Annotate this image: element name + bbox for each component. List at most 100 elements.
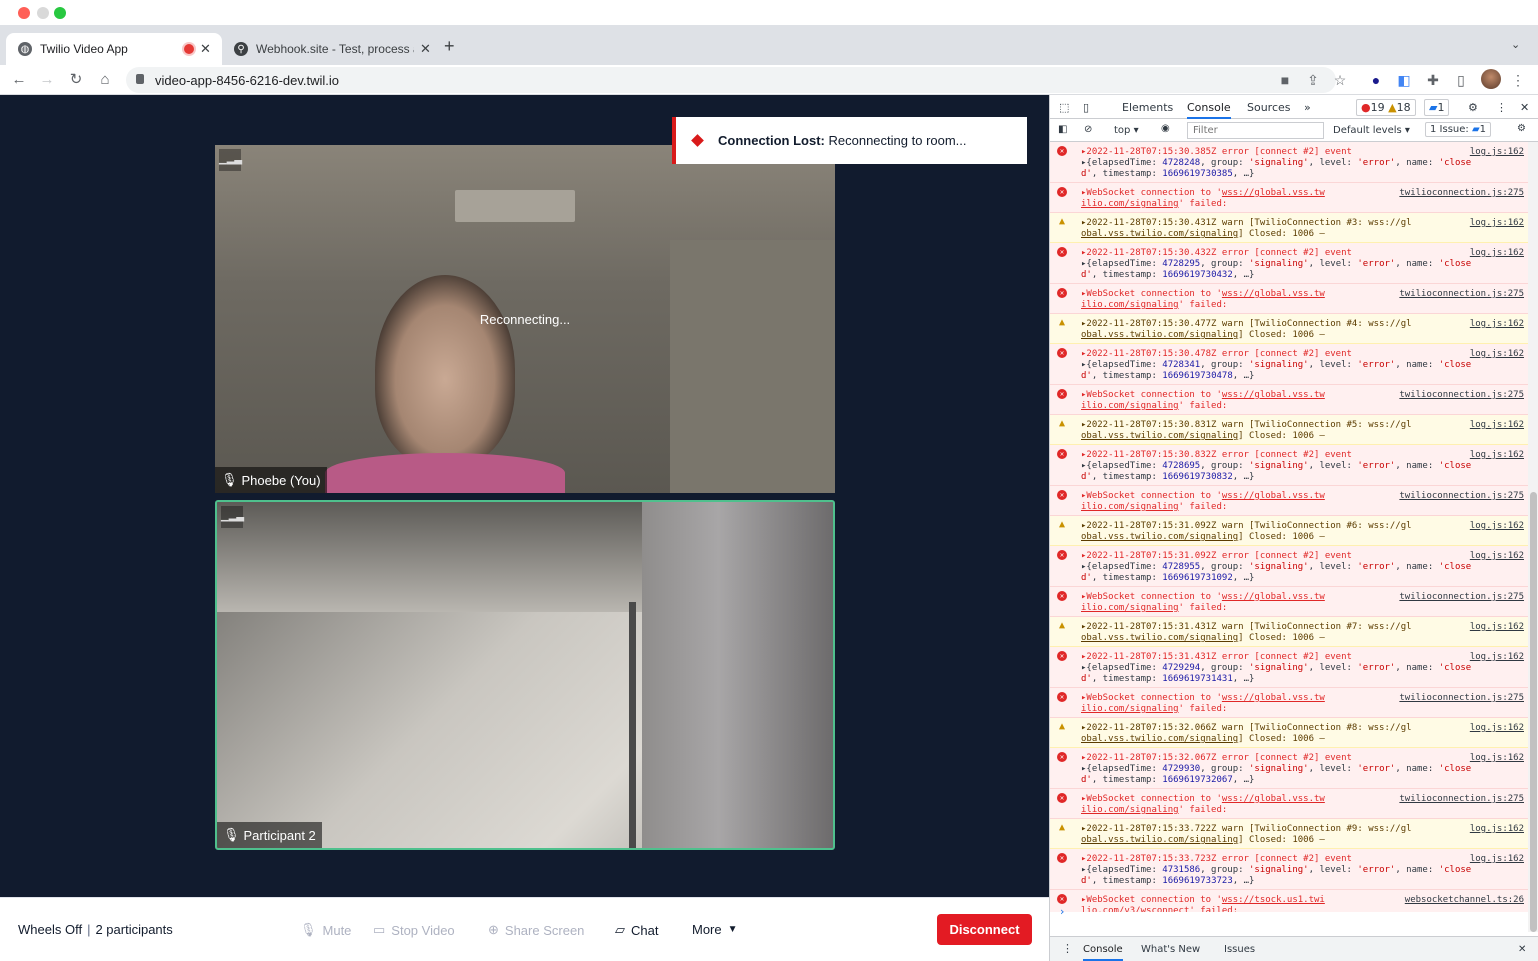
close-tab-icon[interactable]: ✕ (200, 41, 211, 57)
source-link[interactable]: log.js:162 (1470, 218, 1524, 229)
source-link[interactable]: log.js:162 (1470, 551, 1524, 562)
minimize-window-button[interactable] (37, 7, 49, 19)
source-link[interactable]: log.js:162 (1470, 147, 1524, 158)
console-scrollbar[interactable] (1528, 142, 1538, 932)
extensions-puzzle-icon[interactable]: ✚ (1423, 70, 1443, 90)
console-filter-input[interactable] (1187, 122, 1324, 139)
zoom-window-button[interactable] (54, 7, 66, 19)
close-devtools-icon[interactable]: ✕ (1520, 101, 1529, 114)
issues-button[interactable]: 1 Issue: ▰1 (1425, 122, 1492, 137)
more-tabs-icon[interactable]: » (1304, 101, 1311, 114)
address-bar[interactable]: video-app-8456-6216-dev.twil.io ■ ⇪ ☆ (126, 67, 1346, 93)
home-icon[interactable]: ⌂ (95, 70, 115, 90)
source-link[interactable]: twilioconnection.js:275 (1399, 289, 1524, 300)
chat-button[interactable]: ▱ Chat (615, 922, 658, 938)
device-toolbar-icon[interactable]: ▯ (1083, 101, 1089, 114)
tab-search-icon[interactable]: ⌄ (1511, 38, 1520, 51)
drawer-tab-console[interactable]: Console (1083, 944, 1123, 961)
source-link[interactable]: log.js:162 (1470, 319, 1524, 330)
tab-webhook-site[interactable]: ⚲ Webhook.site - Test, process a ✕ (222, 33, 434, 65)
share-screen-button[interactable]: ⊕ Share Screen (488, 922, 584, 938)
console-entry[interactable]: ✕ log.js:162 ▸2022-11-28T07:15:31.431Z err… (1050, 647, 1528, 688)
close-drawer-icon[interactable]: ✕ (1518, 944, 1526, 955)
scrollbar-thumb[interactable] (1530, 492, 1537, 932)
kebab-menu-icon[interactable]: ⋮ (1496, 101, 1507, 114)
drawer-tab-whats-new[interactable]: What's New (1141, 944, 1200, 955)
console-entry[interactable]: ✕ log.js:162 ▸2022-11-28T07:15:30.478Z err… (1050, 344, 1528, 385)
console-entry[interactable]: ✕ log.js:162 ▸2022-11-28T07:15:31.092Z err… (1050, 546, 1528, 587)
log-levels-select[interactable]: Default levels ▾ (1333, 125, 1410, 136)
tab-console[interactable]: Console (1187, 101, 1231, 119)
source-link[interactable]: log.js:162 (1470, 420, 1524, 431)
console-entry[interactable]: ▲ log.js:162 ▸2022-11-28T07:15:30.477Z war… (1050, 314, 1528, 344)
console-settings-gear-icon[interactable]: ⚙ (1517, 123, 1526, 134)
console-log[interactable]: ✕ log.js:162 ▸2022-11-28T07:15:30.385Z err… (1050, 142, 1528, 912)
console-entry[interactable]: ✕ twilioconnection.js:275 ▸WebSocket conne… (1050, 486, 1528, 516)
console-entry[interactable]: ▲ log.js:162 ▸2022-11-28T07:15:31.431Z war… (1050, 617, 1528, 647)
console-entry[interactable]: ▲ log.js:162 ▸2022-11-28T07:15:31.092Z war… (1050, 516, 1528, 546)
drawer-tab-issues[interactable]: Issues (1224, 944, 1255, 955)
bookmark-star-icon[interactable]: ☆ (1330, 70, 1350, 90)
sidebar-toggle-icon[interactable]: ◧ (1058, 124, 1067, 135)
console-entry[interactable]: ✕ twilioconnection.js:275 ▸WebSocket conne… (1050, 688, 1528, 718)
console-entry[interactable]: ▲ log.js:162 ▸2022-11-28T07:15:33.722Z war… (1050, 819, 1528, 849)
source-link[interactable]: log.js:162 (1470, 824, 1524, 835)
source-link[interactable]: log.js:162 (1470, 349, 1524, 360)
console-entry[interactable]: ✕ websocketchannel.ts:26 ▸WebSocket connec… (1050, 890, 1528, 912)
source-link[interactable]: twilioconnection.js:275 (1399, 794, 1524, 805)
console-entry[interactable]: ✕ log.js:162 ▸2022-11-28T07:15:33.723Z err… (1050, 849, 1528, 890)
console-entry[interactable]: ✕ twilioconnection.js:275 ▸WebSocket conne… (1050, 789, 1528, 819)
close-window-button[interactable] (18, 7, 30, 19)
console-entry[interactable]: ✕ twilioconnection.js:275 ▸WebSocket conne… (1050, 587, 1528, 617)
source-link[interactable]: log.js:162 (1470, 622, 1524, 633)
source-link[interactable]: twilioconnection.js:275 (1399, 592, 1524, 603)
source-link[interactable]: log.js:162 (1470, 521, 1524, 532)
messages-counter[interactable]: ▰1 (1424, 99, 1450, 116)
context-select[interactable]: top ▾ (1114, 125, 1139, 136)
console-entry[interactable]: ✕ log.js:162 ▸2022-11-28T07:15:30.832Z err… (1050, 445, 1528, 486)
source-link[interactable]: twilioconnection.js:275 (1399, 390, 1524, 401)
more-button[interactable]: More ▼ (692, 922, 738, 937)
camera-icon[interactable]: ■ (1275, 70, 1295, 90)
source-link[interactable]: log.js:162 (1470, 248, 1524, 259)
close-tab-icon[interactable]: ✕ (420, 41, 431, 57)
source-link[interactable]: twilioconnection.js:275 (1399, 693, 1524, 704)
source-link[interactable]: websocketchannel.ts:26 (1405, 895, 1524, 906)
console-entry[interactable]: ▲ log.js:162 ▸2022-11-28T07:15:32.066Z war… (1050, 718, 1528, 748)
source-link[interactable]: twilioconnection.js:275 (1399, 491, 1524, 502)
source-link[interactable]: log.js:162 (1470, 854, 1524, 865)
source-link[interactable]: log.js:162 (1470, 723, 1524, 734)
translate-icon[interactable]: ◧ (1394, 70, 1414, 90)
source-link[interactable]: twilioconnection.js:275 (1399, 188, 1524, 199)
console-prompt[interactable]: › (1060, 905, 1064, 918)
console-entry[interactable]: ✕ twilioconnection.js:275 ▸WebSocket conne… (1050, 385, 1528, 415)
browser-menu-icon[interactable]: ⋮ (1508, 70, 1528, 90)
console-entry[interactable]: ✕ log.js:162 ▸2022-11-28T07:15:30.385Z err… (1050, 142, 1528, 183)
settings-gear-icon[interactable]: ⚙ (1468, 101, 1478, 114)
console-entry[interactable]: ▲ log.js:162 ▸2022-11-28T07:15:30.831Z war… (1050, 415, 1528, 445)
console-entry[interactable]: ✕ log.js:162 ▸2022-11-28T07:15:32.067Z err… (1050, 748, 1528, 789)
drawer-menu-icon[interactable]: ⋮ (1062, 942, 1073, 955)
disconnect-button[interactable]: Disconnect (937, 914, 1032, 945)
forward-arrow-icon[interactable]: → (37, 70, 57, 90)
extension-circle-icon[interactable]: ● (1366, 70, 1386, 90)
profile-avatar[interactable] (1481, 69, 1501, 89)
source-link[interactable]: log.js:162 (1470, 753, 1524, 764)
live-expression-eye-icon[interactable]: ◉ (1161, 123, 1170, 134)
mute-button[interactable]: 🎙 Mute (300, 922, 351, 938)
console-entry[interactable]: ▲ log.js:162 ▸2022-11-28T07:15:30.431Z war… (1050, 213, 1528, 243)
reload-icon[interactable]: ↻ (66, 70, 86, 90)
source-link[interactable]: log.js:162 (1470, 450, 1524, 461)
console-entry[interactable]: ✕ twilioconnection.js:275 ▸WebSocket conne… (1050, 284, 1528, 314)
inspect-element-icon[interactable]: ⬚ (1059, 101, 1069, 114)
side-panel-icon[interactable]: ▯ (1451, 70, 1471, 90)
source-link[interactable]: log.js:162 (1470, 652, 1524, 663)
tab-elements[interactable]: Elements (1122, 101, 1173, 114)
console-entry[interactable]: ✕ log.js:162 ▸2022-11-28T07:15:30.432Z err… (1050, 243, 1528, 284)
share-icon[interactable]: ⇪ (1303, 70, 1323, 90)
participant-tile-remote[interactable]: ▁▂▃ 🎙 Participant 2 (215, 500, 835, 850)
stop-video-button[interactable]: ▭ Stop Video (373, 922, 455, 938)
new-tab-button[interactable]: + (444, 36, 455, 57)
tab-sources[interactable]: Sources (1247, 101, 1291, 114)
participant-tile-local[interactable]: ▁▂▃ Reconnecting... 🎙 Phoebe (You) (215, 145, 835, 493)
